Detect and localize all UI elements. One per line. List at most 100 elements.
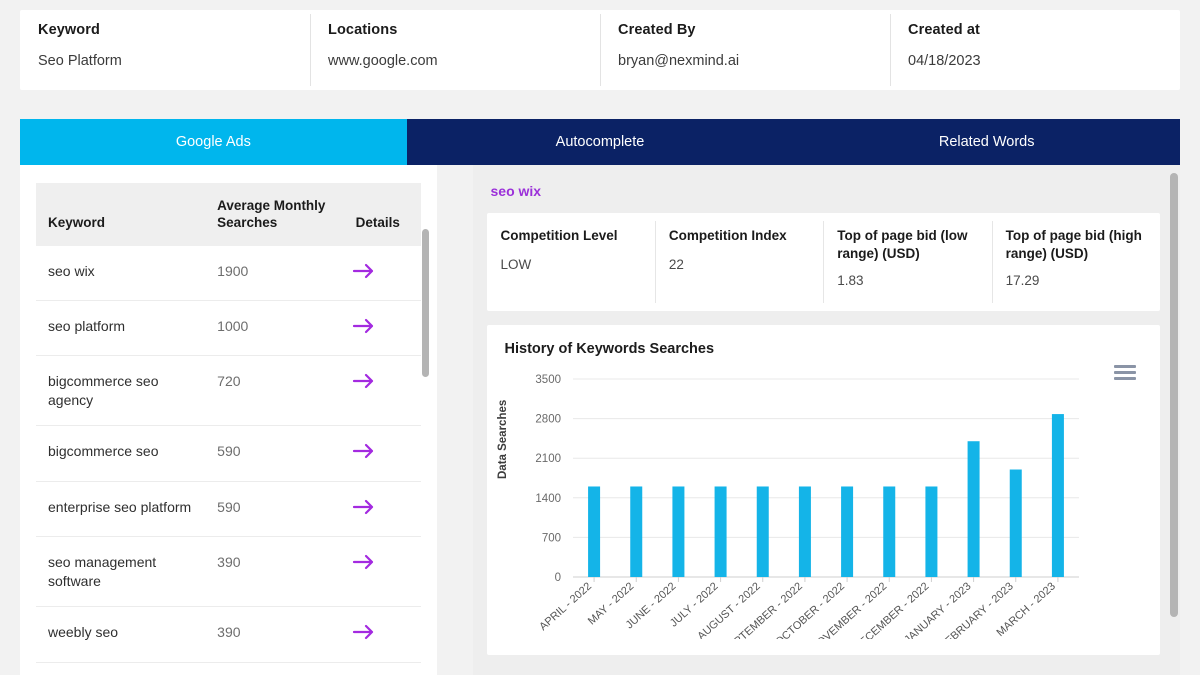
y-axis-tick-label: 2100 [535, 453, 561, 465]
page-root: Keyword Seo Platform Locations www.googl… [0, 0, 1200, 675]
table-header-row: Keyword Average Monthly Searches Details [36, 183, 421, 246]
arrow-right-icon[interactable] [352, 317, 378, 335]
cell-keyword: brightedge seo [36, 662, 206, 675]
cell-keyword: bigcommerce seo agency [36, 355, 206, 427]
column-header-keyword: Keyword [36, 183, 206, 246]
bar [629, 486, 642, 577]
meta-column-created-by: Created By bryan@nexmind.ai [600, 10, 890, 90]
arrow-right-icon[interactable] [352, 553, 378, 571]
metric-top-of-page-bid-high: Top of page bid (high range) (USD) 17.29 [991, 213, 1160, 311]
bar [756, 486, 769, 577]
meta-value-keyword: Seo Platform [38, 53, 122, 69]
meta-label-locations: Locations [328, 22, 398, 38]
cell-details [343, 245, 421, 301]
metric-competition-level: Competition Level LOW [487, 213, 655, 311]
selected-keyword-title: seo wix [490, 183, 542, 199]
meta-value-created-at: 04/18/2023 [908, 53, 981, 69]
keyword-table-scrollbar-thumb[interactable] [421, 229, 429, 377]
bar [798, 486, 811, 577]
keyword-table-scrollbar[interactable] [421, 229, 429, 629]
metric-label: Competition Index [668, 228, 787, 243]
meta-column-created-at: Created at 04/18/2023 [890, 10, 1180, 90]
tab-google-ads[interactable]: Google Ads [20, 119, 407, 165]
column-header-average-monthly-searches: Average Monthly Searches [205, 183, 344, 246]
cell-details [343, 355, 421, 427]
cell-details [343, 300, 421, 357]
bar [587, 486, 600, 577]
meta-column-locations: Locations www.google.com [310, 10, 600, 90]
table-row[interactable]: seo wix 1900 [36, 245, 421, 301]
cell-searches: 590 [205, 481, 344, 538]
arrow-right-icon[interactable] [352, 262, 378, 280]
cell-keyword: seo wix [36, 245, 206, 301]
cell-keyword: enterprise seo platform [36, 481, 206, 538]
bar [967, 441, 980, 577]
table-row[interactable]: bigcommerce seo agency 720 [36, 355, 421, 427]
y-axis-tick-label: 700 [541, 532, 560, 544]
tab-bar: Google Ads Autocomplete Related Words [20, 119, 1180, 165]
cell-details [343, 425, 421, 482]
cell-details [343, 481, 421, 538]
arrow-right-icon[interactable] [352, 498, 378, 516]
content-area: Keyword Average Monthly Searches Details… [20, 165, 1180, 675]
hamburger-menu-icon[interactable] [1114, 365, 1136, 381]
metric-value: 22 [668, 257, 684, 273]
cell-searches: 1900 [205, 245, 344, 301]
arrow-right-icon[interactable] [352, 623, 378, 641]
tab-autocomplete[interactable]: Autocomplete [406, 119, 794, 165]
chart-title: History of Keywords Searches [504, 341, 715, 357]
bar [1009, 469, 1022, 577]
chart-plot-area: Data Searches 0 700 1400 2100 2800 3500 APRIL … [497, 369, 1097, 639]
cell-details [343, 606, 421, 663]
table-row[interactable]: bigcommerce seo 590 [36, 425, 421, 482]
bar [882, 486, 895, 577]
meta-label-created-by: Created By [618, 22, 696, 38]
keyword-table: Keyword Average Monthly Searches Details… [36, 183, 421, 675]
metric-value: LOW [500, 257, 532, 273]
cell-searches: 720 [205, 355, 344, 427]
details-panel-scrollbar-thumb[interactable] [1170, 173, 1178, 617]
keyword-meta-card: Keyword Seo Platform Locations www.googl… [20, 10, 1180, 90]
cell-keyword: seo management software [36, 536, 206, 608]
metric-value: 17.29 [1005, 273, 1040, 289]
table-row[interactable]: brightedge seo 320 [36, 662, 421, 675]
history-chart-card: History of Keywords Searches Data Search… [486, 325, 1160, 655]
metric-label: Top of page bid (high range) (USD) [1005, 228, 1142, 262]
bar [1051, 414, 1064, 577]
metrics-card: Competition Level LOW Competition Index … [486, 213, 1160, 311]
metric-competition-index: Competition Index 22 [654, 213, 823, 311]
metric-top-of-page-bid-low: Top of page bid (low range) (USD) 1.83 [823, 213, 991, 311]
y-axis-tick-label: 3500 [535, 374, 561, 386]
metric-label: Top of page bid (low range) (USD) [837, 228, 968, 262]
details-panel-scrollbar[interactable] [1170, 165, 1178, 675]
cell-details [343, 662, 421, 675]
cell-searches: 320 [205, 662, 344, 675]
table-row[interactable]: enterprise seo platform 590 [36, 481, 421, 538]
table-row[interactable]: seo platform 1000 [36, 300, 421, 357]
cell-details [343, 536, 421, 608]
bar-chart: 07001400210028003500APRIL - 2022MAY - 20… [535, 374, 1079, 639]
x-axis-tick-label: APRIL - 2022 [537, 580, 594, 633]
keyword-table-head: Keyword Average Monthly Searches Details [36, 183, 421, 246]
bar [924, 486, 937, 577]
meta-value-created-by: bryan@nexmind.ai [618, 53, 740, 69]
column-header-details: Details [343, 183, 421, 246]
y-axis-tick-label: 2800 [535, 414, 561, 426]
y-axis-tick-label: 1400 [535, 493, 561, 505]
tab-related-words[interactable]: Related Words [793, 119, 1180, 165]
cell-keyword: seo platform [36, 300, 206, 357]
cell-searches: 390 [205, 536, 344, 608]
cell-keyword: weebly seo [36, 606, 206, 663]
table-row[interactable]: seo management software 390 [36, 536, 421, 608]
keyword-table-body: seo wix 1900 seo platform 1000 bigcommer… [36, 245, 421, 675]
arrow-right-icon[interactable] [352, 442, 378, 460]
meta-value-locations: www.google.com [328, 53, 438, 69]
cell-searches: 390 [205, 606, 344, 663]
bar [671, 486, 684, 577]
arrow-right-icon[interactable] [352, 372, 378, 390]
keyword-list-panel: Keyword Average Monthly Searches Details… [20, 165, 437, 675]
y-axis-tick-label: 0 [554, 572, 560, 584]
table-row[interactable]: weebly seo 390 [36, 606, 421, 663]
metric-value: 1.83 [837, 273, 864, 289]
cell-keyword: bigcommerce seo [36, 425, 206, 482]
